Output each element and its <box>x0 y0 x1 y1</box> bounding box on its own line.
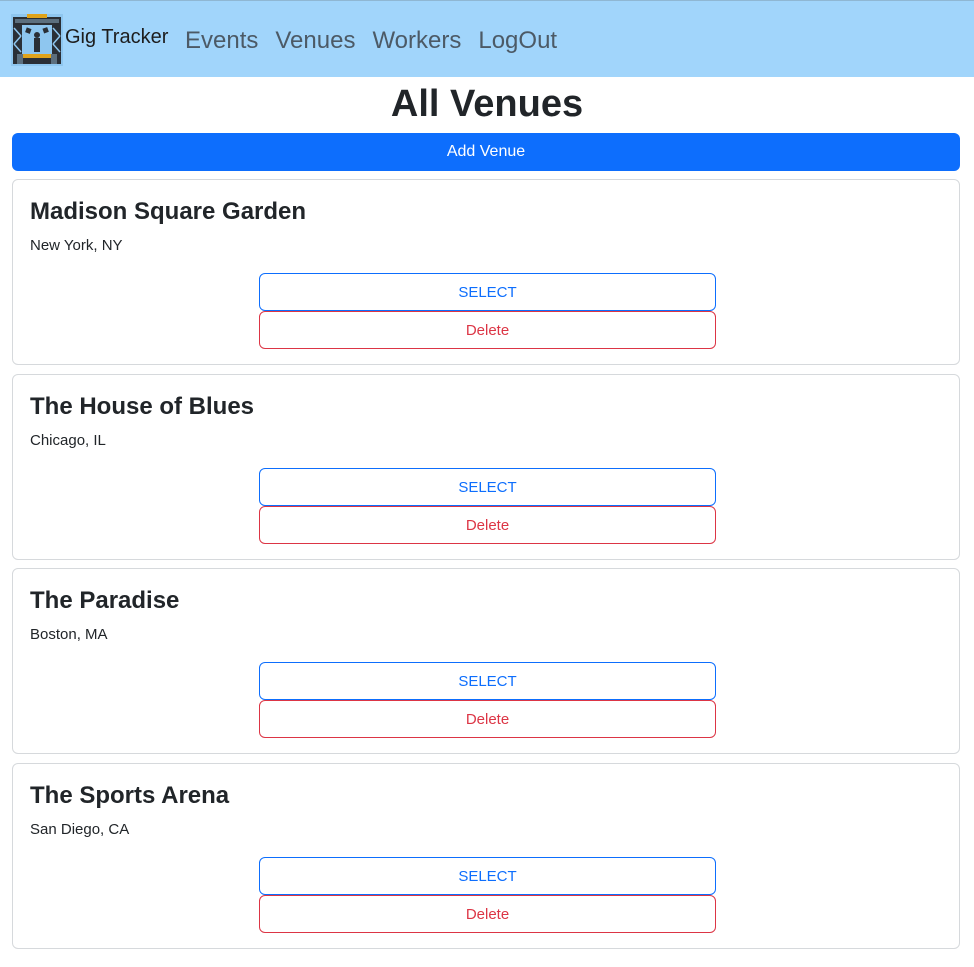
brand-name: Gig Tracker <box>65 26 169 48</box>
stage-truss-logo-icon <box>11 14 63 66</box>
navbar: Gig Tracker Events Venues Workers LogOut <box>0 0 974 77</box>
venue-name: Madison Square Garden <box>30 198 307 225</box>
nav-link-workers[interactable]: Workers <box>372 27 461 55</box>
venue-name: The House of Blues <box>30 393 255 420</box>
venue-card: The Sports Arena San Diego, CA SELECT De… <box>12 763 960 949</box>
delete-venue-button[interactable]: Delete <box>259 700 716 738</box>
venue-card: The House of Blues Chicago, IL SELECT De… <box>12 374 960 560</box>
venue-location: New York, NY <box>30 237 123 254</box>
venue-card: Madison Square Garden New York, NY SELEC… <box>12 179 960 365</box>
nav-link-events[interactable]: Events <box>185 27 258 55</box>
select-venue-button[interactable]: SELECT <box>259 857 716 895</box>
delete-venue-button[interactable]: Delete <box>259 311 716 349</box>
page-title: All Venues <box>390 83 584 125</box>
nav-link-logout[interactable]: LogOut <box>478 27 557 55</box>
select-venue-button[interactable]: SELECT <box>259 468 716 506</box>
select-venue-button[interactable]: SELECT <box>259 662 716 700</box>
venue-location: Chicago, IL <box>30 432 106 449</box>
brand[interactable]: Gig Tracker <box>11 14 168 66</box>
add-venue-button[interactable]: Add Venue <box>12 133 960 171</box>
delete-venue-button[interactable]: Delete <box>259 895 716 933</box>
venue-location: San Diego, CA <box>30 821 130 838</box>
delete-venue-button[interactable]: Delete <box>259 506 716 544</box>
venue-name: The Paradise <box>30 587 180 614</box>
select-venue-button[interactable]: SELECT <box>259 273 716 311</box>
nav-links: Events Venues Workers LogOut <box>185 27 574 55</box>
venue-card: The Paradise Boston, MA SELECT Delete <box>12 568 960 754</box>
venue-name: The Sports Arena <box>30 782 230 809</box>
venue-location: Boston, MA <box>30 626 108 643</box>
nav-link-venues[interactable]: Venues <box>275 27 355 55</box>
